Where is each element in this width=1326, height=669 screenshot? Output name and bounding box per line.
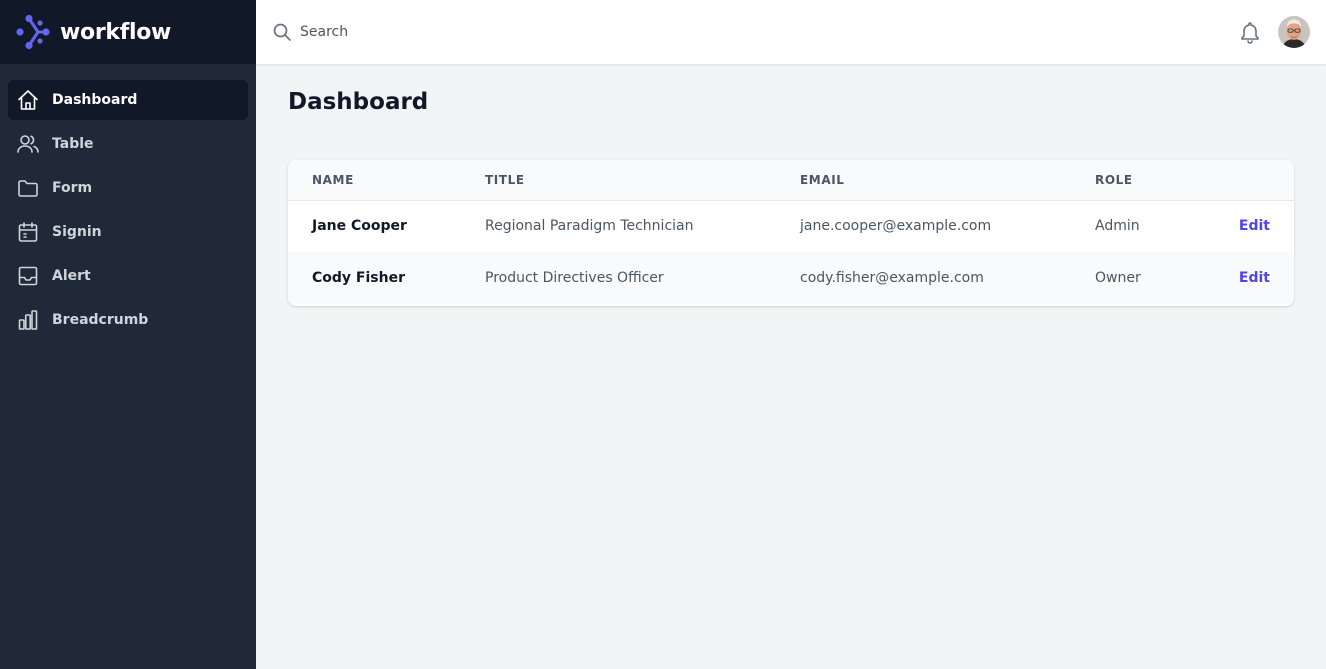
- cell-title: Regional Paradigm Technician: [485, 218, 694, 235]
- column-header-role: Role: [1095, 172, 1133, 187]
- cell-title: Product Directives Officer: [485, 270, 664, 286]
- edit-link[interactable]: Edit: [1239, 270, 1270, 286]
- sidebar-item-table[interactable]: Table: [8, 124, 248, 164]
- column-header-actions: [1191, 160, 1294, 200]
- cell-email: jane.cooper@example.com: [800, 218, 992, 235]
- folder-icon: [16, 176, 40, 200]
- cell-name: Cody Fisher: [312, 270, 405, 286]
- users-icon: [16, 132, 40, 156]
- sidebar-item-label: Breadcrumb: [52, 312, 149, 328]
- top-bar: [256, 0, 1326, 65]
- sidebar-item-dashboard[interactable]: Dashboard: [8, 80, 248, 120]
- sidebar-item-form[interactable]: Form: [8, 168, 248, 208]
- page-title: Dashboard: [288, 89, 429, 115]
- search-input[interactable]: [300, 18, 700, 46]
- users-table: Name Title Email Role Jane Cooper Region…: [288, 160, 1294, 304]
- workflow-logo-icon: [16, 14, 50, 50]
- column-header-title: Title: [485, 172, 525, 187]
- home-icon: [16, 88, 40, 112]
- sidebar-item-signin[interactable]: Signin: [8, 212, 248, 252]
- main-content: Dashboard Name Title Email Role: [256, 65, 1326, 669]
- sidebar-item-label: Alert: [52, 268, 91, 284]
- sidebar: workflow Dashboard Table Form Signin Ale…: [0, 0, 256, 669]
- sidebar-item-breadcrumb[interactable]: Breadcrumb: [8, 300, 248, 340]
- cell-role: Owner: [1095, 270, 1141, 286]
- sidebar-item-label: Table: [52, 136, 94, 152]
- edit-link[interactable]: Edit: [1239, 218, 1270, 234]
- cell-actions: Edit: [1191, 200, 1294, 252]
- calendar-icon: [16, 220, 40, 244]
- users-table-card: Name Title Email Role Jane Cooper Region…: [288, 160, 1294, 306]
- bell-icon[interactable]: [1238, 20, 1262, 44]
- search-icon: [273, 23, 291, 41]
- cell-actions: Edit: [1191, 252, 1294, 304]
- sidebar-item-alert[interactable]: Alert: [8, 256, 248, 296]
- column-header-email: Email: [800, 172, 845, 187]
- column-header-name: Name: [312, 172, 354, 187]
- table-row: Cody Fisher Product Directives Officer c…: [288, 252, 1294, 304]
- chart-bar-icon: [16, 308, 40, 332]
- cell-email: cody.fisher@example.com: [800, 270, 984, 286]
- inbox-icon: [16, 264, 40, 288]
- avatar[interactable]: [1278, 16, 1310, 48]
- sidebar-item-label: Form: [52, 180, 93, 196]
- sidebar-nav: Dashboard Table Form Signin Alert Breadc…: [0, 64, 256, 360]
- cell-role: Admin: [1095, 218, 1140, 235]
- sidebar-item-label: Signin: [52, 224, 102, 240]
- table-row: Jane Cooper Regional Paradigm Technician…: [288, 200, 1294, 252]
- sidebar-item-label: Dashboard: [52, 92, 138, 108]
- brand-header: workflow: [0, 0, 256, 64]
- brand-name: workflow: [60, 19, 172, 45]
- cell-name: Jane Cooper: [312, 218, 407, 235]
- table-header-row: Name Title Email Role: [288, 160, 1294, 200]
